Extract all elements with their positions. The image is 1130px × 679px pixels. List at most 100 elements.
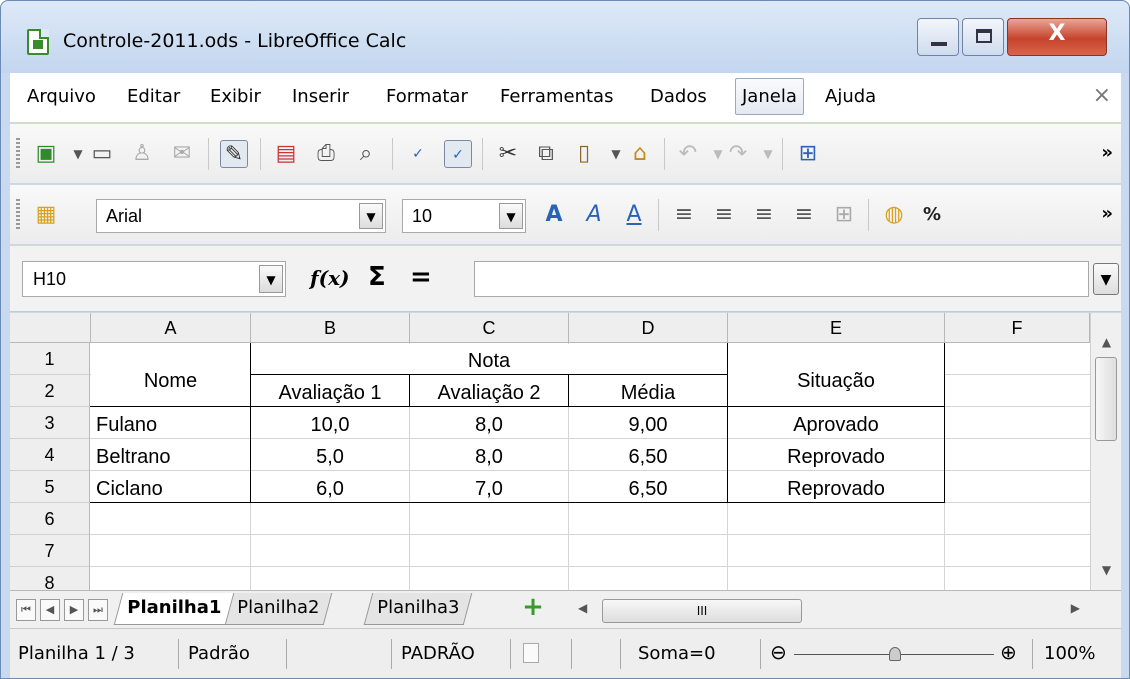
redo-dropdown-icon[interactable]: ▼ xyxy=(754,140,782,168)
italic-icon[interactable]: A xyxy=(580,201,608,229)
next-sheet-icon[interactable]: ▶ xyxy=(64,599,84,621)
add-sheet-icon[interactable]: + xyxy=(520,594,546,621)
email-icon[interactable]: ✉ xyxy=(168,140,196,168)
last-sheet-icon[interactable]: ⏭ xyxy=(88,599,108,621)
auto-spellcheck-icon[interactable]: ✓ xyxy=(444,140,472,168)
spreadsheet-grid[interactable]: A B C D E F 1 2 3 4 5 6 7 8 Nome Nota Si… xyxy=(10,313,1121,590)
selection-mode[interactable]: PADRÃO xyxy=(401,643,475,664)
open-icon[interactable]: ▭ xyxy=(88,140,116,168)
currency-icon[interactable]: ◍ xyxy=(880,201,908,229)
tab-planilha1[interactable]: Planilha1 xyxy=(113,593,235,625)
styles-icon[interactable]: ▦ xyxy=(32,201,60,229)
justify-icon[interactable]: ≡ xyxy=(790,201,818,229)
toolbar-grip[interactable] xyxy=(16,138,20,170)
paste-icon[interactable]: ▯ xyxy=(570,140,598,168)
cell-c2-header[interactable]: Avaliação 2 xyxy=(410,383,568,403)
cell-d2-header[interactable]: Média xyxy=(569,383,727,403)
horizontal-scrollbar[interactable]: ◀ III ▶ xyxy=(578,599,1090,623)
cell-b5[interactable]: 6,0 xyxy=(251,479,409,499)
cell-c3[interactable]: 8,0 xyxy=(410,415,568,435)
cell-a4[interactable]: Beltrano xyxy=(96,447,171,467)
cell-a3[interactable]: Fulano xyxy=(96,415,157,435)
row-header-7[interactable]: 7 xyxy=(10,535,90,567)
scroll-up-icon[interactable]: ▲ xyxy=(1091,335,1121,349)
function-wizard-icon[interactable]: f(x) xyxy=(310,266,349,290)
print-preview-icon[interactable]: ⌕ xyxy=(352,140,380,168)
menu-editar[interactable]: Editar xyxy=(127,86,180,107)
sum-indicator[interactable]: Soma=0 xyxy=(638,643,716,664)
menu-exibir[interactable]: Exibir xyxy=(210,86,261,107)
chevron-down-icon[interactable]: ▼ xyxy=(259,265,283,293)
scroll-left-icon[interactable]: ◀ xyxy=(578,601,587,615)
clone-formatting-icon[interactable]: ⌂ xyxy=(626,140,654,168)
close-document-icon[interactable]: × xyxy=(1093,83,1111,108)
column-header-d[interactable]: D xyxy=(569,313,728,343)
cell-a5[interactable]: Ciclano xyxy=(96,479,163,499)
cell-d5[interactable]: 6,50 xyxy=(569,479,727,499)
align-left-icon[interactable]: ≡ xyxy=(670,201,698,229)
hyperlink-icon[interactable]: ⊞ xyxy=(794,140,822,168)
formula-input[interactable] xyxy=(474,261,1089,297)
tab-planilha2[interactable]: Planilha2 xyxy=(223,593,333,625)
toolbar-more-icon[interactable]: » xyxy=(1101,203,1113,224)
cell-d3[interactable]: 9,00 xyxy=(569,415,727,435)
menu-inserir[interactable]: Inserir xyxy=(292,86,349,107)
toolbar-grip[interactable] xyxy=(16,199,20,231)
sum-icon[interactable]: Σ xyxy=(368,262,386,292)
align-right-icon[interactable]: ≡ xyxy=(750,201,778,229)
row-header-2[interactable]: 2 xyxy=(10,375,90,407)
merge-cells-icon[interactable]: ⊞ xyxy=(830,201,858,229)
cell-e5[interactable]: Reprovado xyxy=(728,479,944,499)
equals-icon[interactable]: = xyxy=(410,262,432,292)
scroll-right-icon[interactable]: ▶ xyxy=(1071,601,1080,615)
row-header-4[interactable]: 4 xyxy=(10,439,90,471)
tab-planilha3[interactable]: Planilha3 xyxy=(363,593,473,625)
cell-b2-header[interactable]: Avaliação 1 xyxy=(251,383,409,403)
cell-e4[interactable]: Reprovado xyxy=(728,447,944,467)
column-header-e[interactable]: E xyxy=(728,313,945,343)
name-box[interactable]: H10 ▼ xyxy=(22,261,286,297)
scroll-down-icon[interactable]: ▼ xyxy=(1091,563,1121,577)
row-header-5[interactable]: 5 xyxy=(10,471,90,503)
select-all-corner[interactable] xyxy=(10,313,91,343)
vertical-scrollbar[interactable]: ▲ ▼ xyxy=(1090,313,1121,590)
percent-icon[interactable]: % xyxy=(918,201,946,229)
chevron-down-icon[interactable]: ▼ xyxy=(499,203,523,229)
cell-e1-header[interactable]: Situação xyxy=(728,371,944,391)
print-icon[interactable]: ⎙ xyxy=(312,140,340,168)
maximize-button[interactable] xyxy=(962,18,1004,56)
cell-a1-header[interactable]: Nome xyxy=(91,371,250,391)
column-header-a[interactable]: A xyxy=(91,313,251,343)
cell-e3[interactable]: Aprovado xyxy=(728,415,944,435)
first-sheet-icon[interactable]: ⏮ xyxy=(16,599,36,621)
cell-c5[interactable]: 7,0 xyxy=(410,479,568,499)
undo-icon[interactable]: ↶ xyxy=(674,140,702,168)
cut-icon[interactable]: ✂ xyxy=(494,140,522,168)
zoom-slider-knob[interactable] xyxy=(889,647,901,661)
zoom-out-icon[interactable]: ⊖ xyxy=(770,640,787,664)
font-name-combo[interactable]: Arial ▼ xyxy=(96,199,386,233)
row-header-6[interactable]: 6 xyxy=(10,503,90,535)
cell-b4[interactable]: 5,0 xyxy=(251,447,409,467)
page-style[interactable]: Padrão xyxy=(188,643,250,664)
underline-icon[interactable]: A xyxy=(620,201,648,229)
align-center-icon[interactable]: ≡ xyxy=(710,201,738,229)
cell-c4[interactable]: 8,0 xyxy=(410,447,568,467)
redo-icon[interactable]: ↷ xyxy=(724,140,752,168)
column-header-b[interactable]: B xyxy=(251,313,410,343)
menu-ajuda[interactable]: Ajuda xyxy=(825,86,876,107)
new-document-icon[interactable]: ▣ xyxy=(32,140,60,168)
minimize-button[interactable] xyxy=(917,18,959,56)
menu-dados[interactable]: Dados xyxy=(650,86,707,107)
horizontal-scroll-thumb[interactable]: III xyxy=(602,599,802,623)
cell-d4[interactable]: 6,50 xyxy=(569,447,727,467)
row-header-3[interactable]: 3 xyxy=(10,407,90,439)
zoom-in-icon[interactable]: ⊕ xyxy=(1000,640,1017,664)
menu-formatar[interactable]: Formatar xyxy=(386,86,468,107)
expand-formula-icon[interactable]: ▼ xyxy=(1093,263,1119,295)
copy-icon[interactable]: ⧉ xyxy=(532,140,560,168)
font-size-combo[interactable]: 10 ▼ xyxy=(402,199,526,233)
bold-icon[interactable]: A xyxy=(540,201,568,229)
menu-janela[interactable]: Janela xyxy=(735,78,804,115)
menu-arquivo[interactable]: Arquivo xyxy=(27,86,96,107)
